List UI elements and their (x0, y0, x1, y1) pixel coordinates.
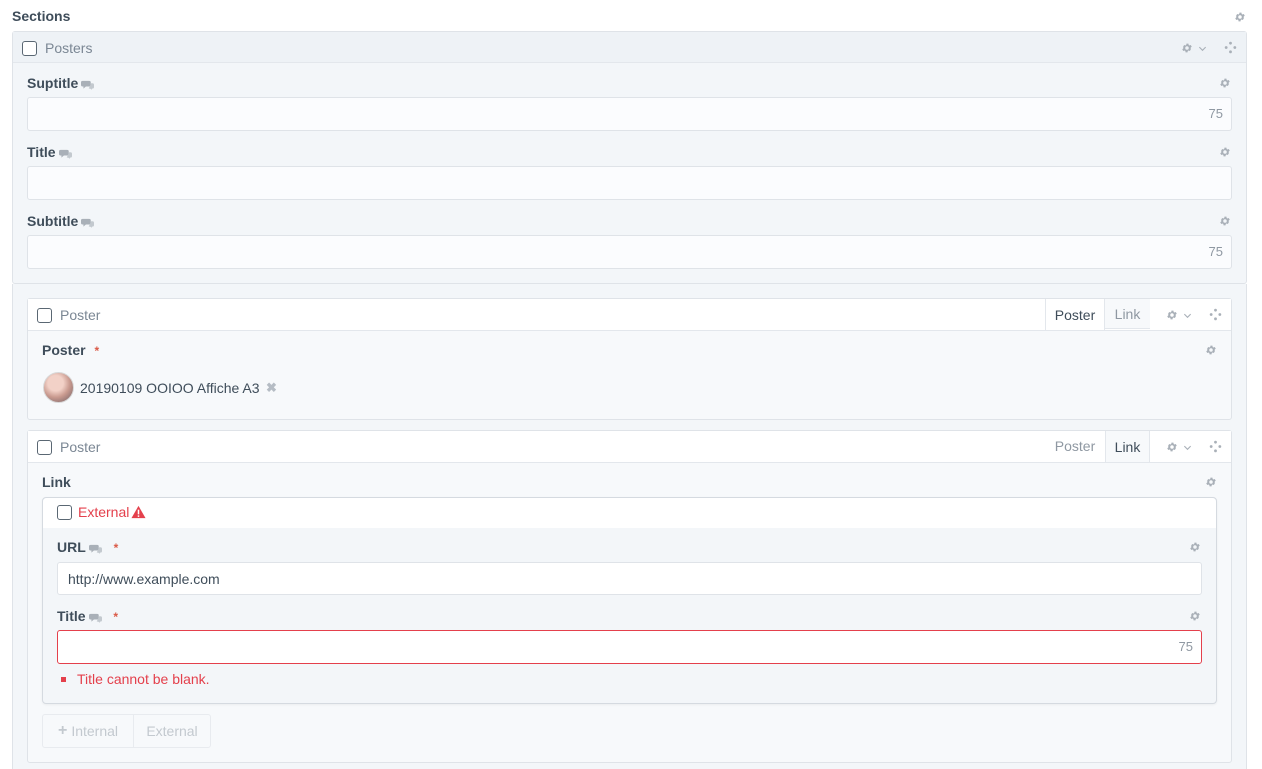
subtitle-label: Subtitle (27, 213, 94, 229)
subtitle-label-text: Subtitle (27, 213, 79, 229)
warning-icon (131, 505, 146, 519)
link-field-settings-icon[interactable] (1204, 475, 1218, 489)
comment-icon (89, 612, 102, 623)
error-bullet (61, 677, 66, 682)
required-mark: * (113, 541, 119, 555)
subtitle-counter: 75 (1208, 244, 1223, 259)
add-external-button[interactable]: External (134, 715, 210, 747)
tab-link[interactable]: Link (1105, 299, 1150, 329)
poster-field-label-text: Poster (42, 342, 86, 358)
add-internal-label: Internal (71, 723, 119, 739)
external-block-title: External (78, 504, 130, 520)
external-block-checkbox[interactable] (57, 505, 72, 520)
link-title-input[interactable]: 75 (57, 630, 1202, 664)
error-message: Title cannot be blank. (77, 671, 210, 687)
tab-link[interactable]: Link (1105, 431, 1150, 462)
poster-asset-name[interactable]: 20190109 OOIOO Affiche A3 (80, 380, 260, 396)
title-settings-icon[interactable] (1218, 145, 1232, 159)
suptitle-counter: 75 (1208, 106, 1223, 121)
link-title-label-text: Title (57, 608, 86, 624)
close-icon[interactable]: ✖ (266, 380, 277, 396)
required-mark: * (113, 610, 119, 624)
chevron-down-icon[interactable] (1183, 311, 1192, 320)
poster-block-1-settings-icon[interactable] (1165, 308, 1179, 322)
chevron-down-icon[interactable] (1198, 44, 1207, 53)
poster-field-settings-icon[interactable] (1204, 343, 1218, 357)
link-field-label: Link (42, 474, 71, 490)
required-mark: * (94, 344, 100, 358)
suptitle-label-text: Suptitle (27, 75, 79, 91)
comment-icon (81, 79, 94, 90)
plus-icon: + (57, 722, 68, 739)
title-label: Title (27, 144, 72, 160)
url-label-text: URL (57, 539, 86, 555)
comment-icon (59, 148, 72, 159)
poster-thumbnail[interactable] (43, 372, 74, 403)
poster-block-1-title: Poster (60, 307, 101, 323)
title-label-text: Title (27, 144, 56, 160)
suptitle-input[interactable]: 75 (27, 97, 1232, 131)
move-icon[interactable] (1224, 41, 1237, 54)
subtitle-settings-icon[interactable] (1218, 214, 1232, 228)
external-block (42, 497, 1217, 704)
link-title-counter: 75 (1178, 639, 1193, 654)
chevron-down-icon[interactable] (1183, 443, 1192, 452)
comment-icon (81, 217, 94, 228)
link-title-label: Title * (57, 608, 118, 624)
posters-block-header (13, 32, 1246, 63)
poster-block-2-settings-icon[interactable] (1165, 440, 1179, 454)
posters-block-checkbox[interactable] (22, 41, 37, 56)
suptitle-settings-icon[interactable] (1218, 76, 1232, 90)
title-input[interactable] (27, 166, 1232, 200)
sections-heading: Sections (12, 8, 71, 24)
tab-poster[interactable]: Poster (1045, 431, 1105, 461)
move-icon[interactable] (1209, 308, 1222, 321)
poster-field-label: Poster * (42, 342, 99, 358)
tab-poster[interactable]: Poster (1045, 299, 1105, 330)
suptitle-label: Suptitle (27, 75, 94, 91)
link-title-settings-icon[interactable] (1188, 609, 1202, 623)
add-internal-button[interactable]: + Internal (43, 715, 134, 747)
external-block-header (43, 498, 1216, 528)
subtitle-input[interactable]: 75 (27, 235, 1232, 269)
url-input[interactable]: http://www.example.com (57, 562, 1202, 595)
url-label: URL * (57, 539, 118, 555)
url-input-value: http://www.example.com (68, 571, 220, 587)
comment-icon (89, 543, 102, 554)
move-icon[interactable] (1209, 440, 1222, 453)
posters-settings-icon[interactable] (1180, 41, 1194, 55)
poster-block-2-checkbox[interactable] (37, 440, 52, 455)
poster-block-2-title: Poster (60, 439, 101, 455)
poster-block-1-checkbox[interactable] (37, 308, 52, 323)
url-settings-icon[interactable] (1188, 540, 1202, 554)
posters-block-title: Posters (45, 40, 93, 56)
sections-settings-icon[interactable] (1233, 10, 1247, 24)
